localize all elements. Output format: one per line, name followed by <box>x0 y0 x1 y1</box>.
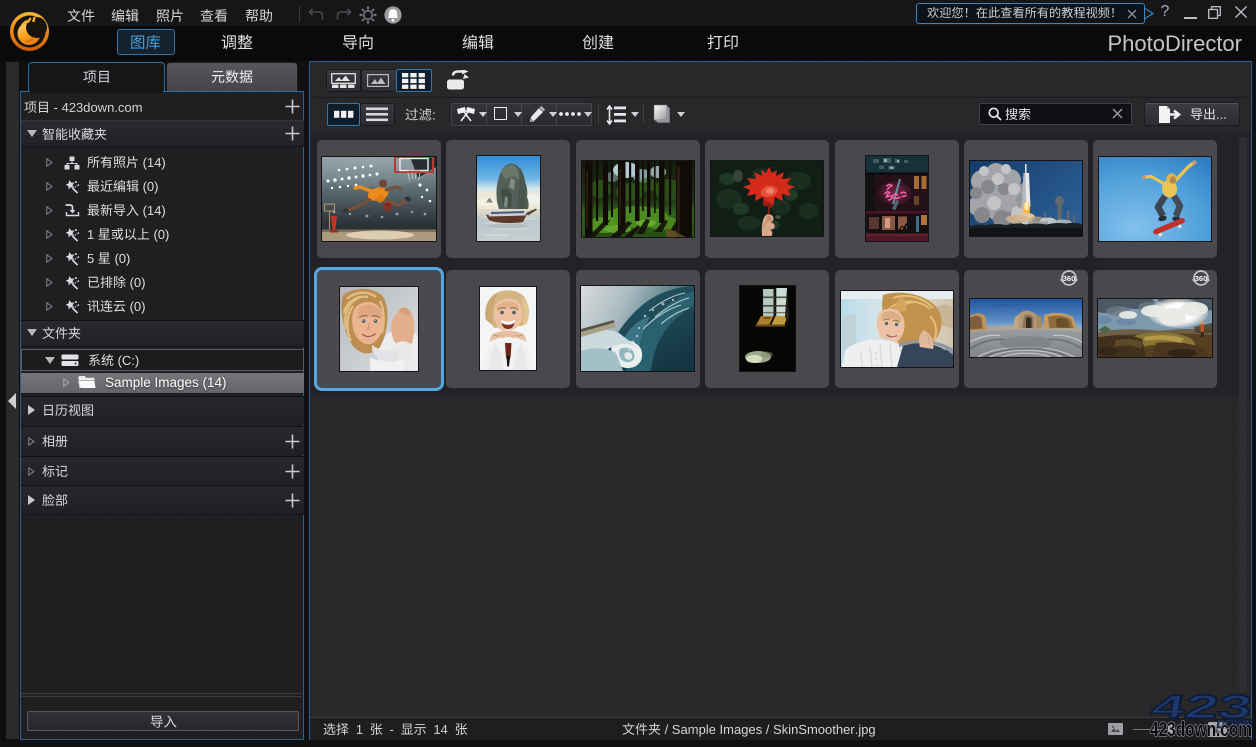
svg-text:360: 360 <box>1063 274 1076 283</box>
svg-text:360: 360 <box>1194 274 1207 283</box>
svg-text:423down.com: 423down.com <box>1150 719 1252 741</box>
